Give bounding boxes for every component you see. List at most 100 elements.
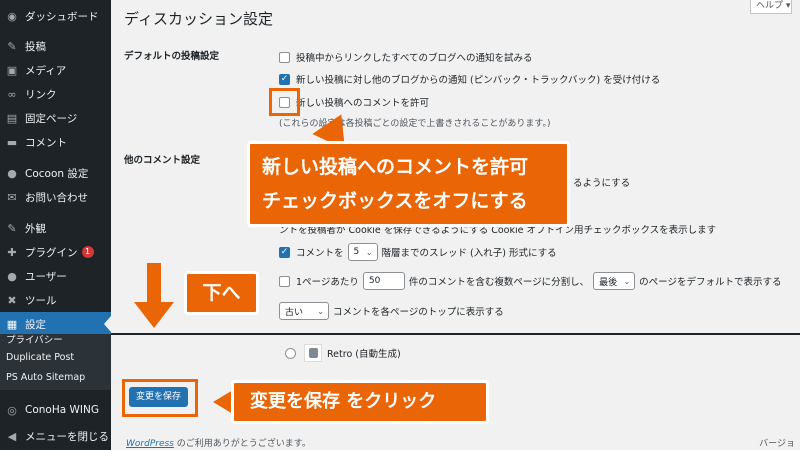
select-value: 最後: [599, 277, 618, 288]
comment-order-select[interactable]: 古い ⌄: [279, 302, 329, 320]
instruction-callout: 新しい投稿へのコメントを許可 チェックボックスをオフにする: [247, 141, 570, 227]
collapse-menu-button[interactable]: ◀ メニューを閉じる: [0, 424, 111, 448]
option-threaded-comments[interactable]: ✓ コメントを 5 ⌄ 階層までのスレッド (入れ子) 形式にする: [279, 243, 557, 261]
plugin-update-badge: 1: [81, 246, 94, 258]
active-menu-arrow: [104, 316, 111, 332]
sidebar-item-label: プラグイン: [25, 246, 78, 259]
collapse-icon: ◀: [7, 429, 17, 443]
sidebar-item-pages[interactable]: ▤ 固定ページ: [0, 106, 111, 130]
wordpress-link[interactable]: WordPress: [126, 439, 174, 449]
option-allow-comments[interactable]: 新しい投稿へのコメントを許可: [279, 95, 429, 109]
checkbox-checked[interactable]: ✓: [279, 246, 290, 258]
partially-hidden-text: るようにする: [573, 178, 631, 189]
option-comment-order[interactable]: 古い ⌄ コメントを各ページのトップに表示する: [279, 302, 504, 320]
sidebar-item-conoha[interactable]: ◎ ConoHa WING: [0, 398, 111, 422]
scroll-down-callout: 下へ: [184, 271, 259, 315]
sidebar-item-users[interactable]: ● ユーザー: [0, 264, 111, 288]
down-arrow-icon: [134, 302, 174, 328]
default-settings-label: デフォルトの投稿設定: [124, 51, 220, 62]
user-icon: ●: [7, 269, 17, 283]
footer-text: のご利用ありがとうございます。: [173, 439, 311, 449]
sidebar-item-label: ダッシュボード: [25, 10, 99, 23]
sidebar-item-contact[interactable]: ✉ お問い合わせ: [0, 185, 111, 209]
screenshot-divider: [111, 333, 800, 335]
option-label: コメントを: [296, 248, 344, 259]
select-value: 古い: [285, 307, 304, 318]
plugin-icon: ✚: [7, 245, 17, 259]
submenu-item-ps-auto-sitemap[interactable]: PS Auto Sitemap: [0, 368, 111, 386]
save-instruction-callout: 変更を保存 をクリック: [231, 380, 489, 424]
sidebar-item-label: 設定: [25, 318, 46, 331]
footer-version: バージョ: [759, 439, 795, 449]
comments-per-page-input[interactable]: 50: [362, 272, 405, 290]
sidebar-item-label: コメント: [25, 136, 67, 149]
pin-icon: ✎: [7, 39, 17, 53]
chevron-down-icon: ⌄: [365, 247, 373, 257]
sidebar-item-label: 固定ページ: [25, 112, 78, 125]
page-title: ディスカッション設定: [124, 10, 273, 28]
sidebar-item-label: Cocoon 設定: [25, 167, 89, 180]
thread-depth-select[interactable]: 5 ⌄: [347, 243, 378, 261]
link-icon: ∞: [7, 87, 17, 101]
select-value: 5: [353, 247, 360, 257]
option-paged-comments[interactable]: 1ページあたり 50 件のコメントを含む複数ページに分割し、 最後 ⌄ のページをデフォル…: [279, 272, 781, 290]
option-pingback-notify[interactable]: 投稿中からリンクしたすべてのブログへの通知を試みる: [279, 50, 532, 64]
option-label: Retro (自動生成): [327, 349, 401, 360]
option-label: 件のコメントを含む複数ページに分割し、: [408, 277, 590, 288]
mail-icon: ✉: [7, 190, 17, 204]
chevron-down-icon: ⌄: [317, 306, 324, 316]
conoha-icon: ◎: [7, 403, 17, 417]
comment-icon: ▬: [6, 135, 18, 149]
option-label: 投稿中からリンクしたすべてのブログへの通知を試みる: [296, 53, 533, 64]
chevron-down-icon: ⌄: [623, 276, 631, 286]
sidebar-item-tools[interactable]: ✖ ツール: [0, 288, 111, 312]
sidebar-item-appearance[interactable]: ✎ 外観: [0, 216, 111, 240]
save-button-highlight: [122, 379, 198, 417]
option-allow-pingbacks[interactable]: ✓ 新しい投稿に対し他のブログからの通知 (ピンバック・トラックバック) を受け付…: [279, 72, 660, 86]
checkbox-checked[interactable]: ✓: [279, 73, 290, 85]
sidebar-item-label: お問い合わせ: [25, 191, 88, 204]
tool-icon: ✖: [7, 293, 17, 307]
sidebar-item-label: メニューを閉じる: [25, 430, 109, 443]
option-label: 階層までのスレッド (入れ子) 形式にする: [381, 248, 557, 259]
cocoon-icon: ●: [7, 166, 17, 180]
option-label: 新しい投稿に対し他のブログからの通知 (ピンバック・トラックバック) を受け付け…: [296, 75, 661, 86]
sidebar-item-label: メディア: [25, 64, 67, 77]
checkbox[interactable]: [279, 51, 290, 63]
sidebar-item-label: ツール: [25, 294, 57, 307]
sidebar-item-media[interactable]: ▣ メディア: [0, 58, 111, 82]
sidebar-item-label: ユーザー: [25, 270, 67, 283]
page-icon: ▤: [6, 111, 18, 125]
option-label: 新しい投稿へのコメントを許可: [296, 98, 430, 109]
option-label: 1ページあたり: [296, 277, 359, 288]
avatar-option-retro[interactable]: Retro (自動生成): [285, 344, 401, 362]
sidebar-item-label: 外観: [25, 222, 46, 235]
footer-credit: WordPress のご利用ありがとうございます。: [126, 436, 311, 449]
sidebar-item-label: リンク: [25, 88, 57, 101]
sidebar-item-label: 投稿: [25, 40, 46, 53]
callout-line-2: チェックボックスをオフにする: [262, 190, 528, 212]
option-label: コメントを各ページのトップに表示する: [333, 307, 504, 318]
sidebar-item-dashboard[interactable]: ◉ ダッシュボード: [0, 4, 111, 28]
callout-line-1: 新しい投稿へのコメントを許可: [262, 156, 529, 178]
checkbox[interactable]: [279, 275, 290, 287]
submenu-item-privacy[interactable]: プライバシー: [0, 334, 111, 346]
dashboard-icon: ◉: [7, 9, 17, 23]
sidebar-item-comments[interactable]: ▬ コメント: [0, 130, 111, 154]
down-arrow-shaft: [147, 263, 161, 305]
media-icon: ▣: [6, 63, 18, 77]
help-tab[interactable]: ヘルプ ▾: [750, 0, 792, 14]
submenu-item-duplicate-post[interactable]: Duplicate Post: [0, 348, 111, 366]
default-page-select[interactable]: 最後 ⌄: [593, 272, 636, 290]
save-callout-pointer: [213, 390, 233, 414]
radio-button[interactable]: [285, 347, 296, 359]
sidebar-item-settings[interactable]: ▦ 設定: [0, 312, 111, 336]
retro-avatar-icon: [304, 344, 322, 362]
sidebar-item-links[interactable]: ∞ リンク: [0, 82, 111, 106]
sidebar-item-label: ConoHa WING: [25, 404, 99, 416]
sidebar-item-posts[interactable]: ✎ 投稿: [0, 34, 111, 58]
sidebar-item-cocoon[interactable]: ● Cocoon 設定: [0, 161, 111, 185]
sidebar-item-plugins[interactable]: ✚ プラグイン 1: [0, 240, 111, 264]
admin-sidebar: ◉ ダッシュボード ✎ 投稿 ▣ メディア ∞ リンク ▤ 固定ページ ▬ コメント ● Co…: [0, 0, 111, 450]
option-label: のページをデフォルトで表示する: [639, 277, 782, 288]
